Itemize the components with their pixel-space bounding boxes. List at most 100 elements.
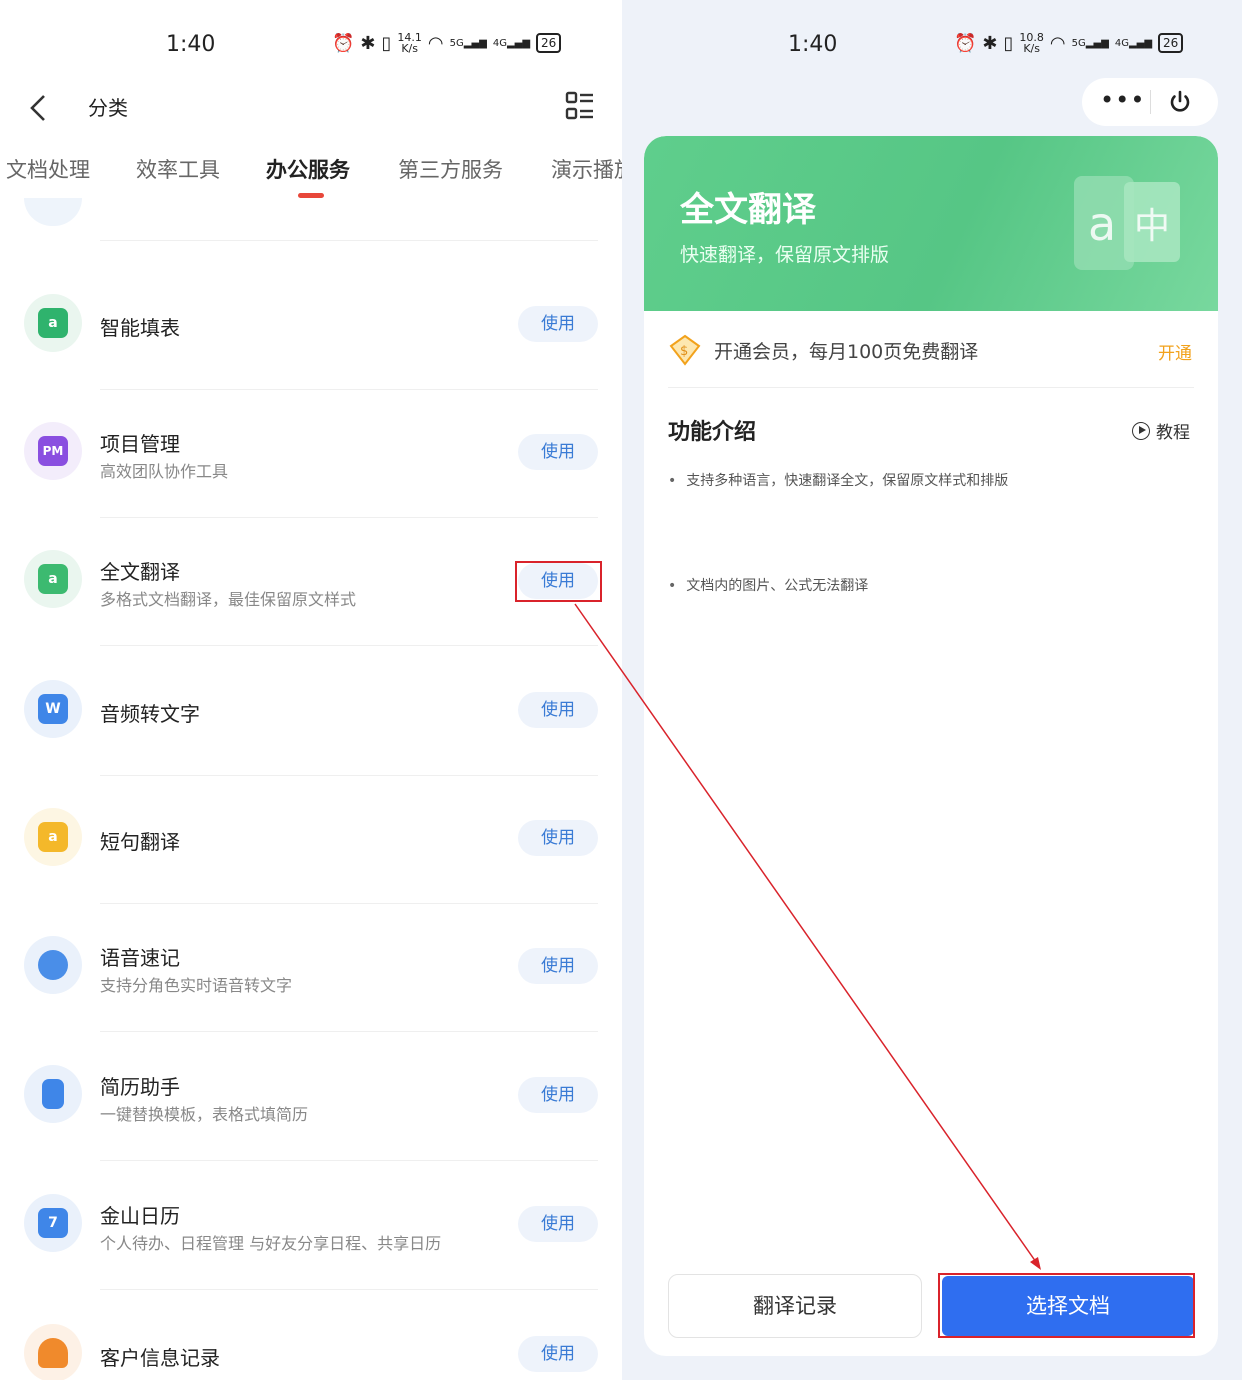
annotation-highlight-use [515,561,602,602]
right-screen: 1:40 ⏰ ✱ ▯ 10.8 K/s ◠ 5G▂▄▆ 4G▂▄▆ 26 ••• … [622,0,1242,1380]
tool-row-audio-to-text[interactable]: W 音频转文字 使用 [0,648,622,776]
capsule-divider [1150,90,1151,114]
svg-text:$: $ [680,344,688,359]
tab-third-party[interactable]: 第三方服务 [398,154,503,184]
tab-presentation[interactable]: 演示播放 [551,154,622,184]
use-button[interactable]: 使用 [518,1336,598,1372]
use-button[interactable]: 使用 [518,820,598,856]
signal-5g-icon: 5G▂▄▆ [449,37,487,49]
tutorial-link[interactable]: 教程 [1132,418,1190,443]
tool-name: 智能填表 [100,316,180,340]
banner-subtitle: 快速翻译，保留原文排版 [680,244,890,266]
vip-promo-row[interactable]: $ 开通会员，每月100页免费翻译 开通 [644,311,1218,387]
back-icon[interactable] [20,88,60,128]
status-bar: 1:40 ⏰ ✱ ▯ 10.8 K/s ◠ 5G▂▄▆ 4G▂▄▆ 26 [622,20,1242,72]
page-title: 分类 [88,96,128,120]
calendar-icon: 7 [24,1194,82,1252]
status-icons: ⏰ ✱ ▯ 14.1 K/s ◠ 5G▂▄▆ 4G▂▄▆ 26 [332,31,562,55]
network-speed: 14.1 K/s [397,31,422,55]
tool-row-short-translate[interactable]: a 短句翻译 使用 [0,776,622,904]
network-speed: 10.8 K/s [1019,31,1044,55]
use-button[interactable]: 使用 [518,434,598,470]
tab-office-services[interactable]: 办公服务 [266,154,350,184]
feature-card: 全文翻译 快速翻译，保留原文排版 a 中 $ 开通会员，每月100页免费翻译 开… [644,136,1218,1356]
bluetooth-icon: ✱ [360,32,376,54]
play-icon [1132,421,1150,440]
category-tabs: 文档处理 效率工具 办公服务 第三方服务 演示播放 [0,148,622,198]
tool-name: 音频转文字 [100,702,200,726]
tool-name: 金山日历 [100,1204,180,1228]
signal-4g-icon: 4G▂▄▆ [492,37,531,49]
status-icons: ⏰ ✱ ▯ 10.8 K/s ◠ 5G▂▄▆ 4G▂▄▆ 26 [954,31,1184,55]
intro-bullet: 支持多种语言，快速翻译全文，保留原文样式和排版 [668,470,1008,490]
tool-desc: 支持分角色实时语音转文字 [100,976,293,995]
smart-form-icon: a [24,294,82,352]
customer-record-icon [24,1324,82,1380]
intro-title: 功能介绍 [668,420,757,445]
tool-row-smart-form[interactable]: a 智能填表 使用 [0,262,622,390]
use-button[interactable]: 使用 [518,692,598,728]
banner-title: 全文翻译 [680,190,816,230]
translate-illustration-icon: a 中 [1074,172,1184,276]
tool-desc: 多格式文档翻译，最佳保留原文样式 [100,590,357,609]
resume-icon [24,1065,82,1123]
voice-note-icon [24,936,82,994]
tool-row-voice-note[interactable]: 语音速记 支持分角色实时语音转文字 使用 [0,904,622,1032]
tab-doc-processing[interactable]: 文档处理 [6,154,90,184]
use-button[interactable]: 使用 [518,1077,598,1113]
tool-row-project-management[interactable]: PM 项目管理 高效团队协作工具 使用 [0,390,622,518]
use-button[interactable]: 使用 [518,1206,598,1242]
wifi-icon: ◠ [427,32,444,54]
svg-text:中: 中 [1134,206,1170,247]
tool-row-customer-record[interactable]: 客户信息记录 使用 [0,1292,622,1380]
vibrate-icon: ▯ [1003,32,1014,54]
tool-name: 简历助手 [100,1075,180,1099]
top-nav: 分类 [0,80,622,136]
tool-name: 客户信息记录 [100,1346,220,1370]
bluetooth-icon: ✱ [982,32,998,54]
alarm-icon: ⏰ [954,32,977,54]
tool-row-resume[interactable]: 简历助手 一键替换模板，表格式填简历 使用 [0,1033,622,1161]
vibrate-icon: ▯ [381,32,392,54]
tool-name: 项目管理 [100,432,180,456]
layout-toggle-icon[interactable] [562,88,598,124]
status-bar: 1:40 ⏰ ✱ ▯ 14.1 K/s ◠ 5G▂▄▆ 4G▂▄▆ 26 [0,20,622,72]
short-translate-icon: a [24,808,82,866]
miniapp-capsule: ••• [1082,78,1218,126]
tab-efficiency-tools[interactable]: 效率工具 [136,154,220,184]
row-divider [100,240,598,241]
translation-history-button[interactable]: 翻译记录 [668,1274,922,1338]
close-miniapp-icon[interactable] [1166,88,1194,116]
tool-name: 语音速记 [100,946,180,970]
use-button[interactable]: 使用 [518,306,598,342]
more-icon[interactable]: ••• [1100,86,1145,114]
project-management-icon: PM [24,422,82,480]
alarm-icon: ⏰ [332,32,355,54]
battery-icon: 26 [1158,33,1184,53]
use-button[interactable]: 使用 [518,948,598,984]
row-divider [100,645,598,646]
tool-desc: 高效团队协作工具 [100,462,229,481]
section-divider [668,387,1194,388]
tool-name: 全文翻译 [100,560,180,584]
row-divider [100,1289,598,1290]
intro-bullet: 文档内的图片、公式无法翻译 [668,575,868,595]
tool-name: 短句翻译 [100,830,180,854]
row-divider [100,1160,598,1161]
signal-4g-icon: 4G▂▄▆ [1114,37,1153,49]
vip-promo-text: 开通会员，每月100页免费翻译 [714,341,979,363]
annotation-highlight-choose [938,1273,1195,1338]
audio-to-text-icon: W [24,680,82,738]
full-translate-icon: a [24,550,82,608]
wifi-icon: ◠ [1049,32,1066,54]
left-screen: 1:40 ⏰ ✱ ▯ 14.1K/s ◠ 5G▂▄▆ 4G▂▄▆ 26 分类 [0,0,622,1380]
signal-5g-icon: 5G▂▄▆ [1071,37,1109,49]
status-time: 1:40 [166,32,216,57]
tool-row-calendar[interactable]: 7 金山日历 个人待办、日程管理 与好友分享日程、共享日历 使用 [0,1162,622,1290]
battery-icon: 26 [536,33,562,53]
active-tab-indicator [298,193,324,198]
vip-open-link[interactable]: 开通 [1158,339,1192,364]
feature-banner: 全文翻译 快速翻译，保留原文排版 a 中 [644,136,1218,311]
tool-desc: 个人待办、日程管理 与好友分享日程、共享日历 [100,1234,442,1253]
tool-desc: 一键替换模板，表格式填简历 [100,1105,309,1124]
